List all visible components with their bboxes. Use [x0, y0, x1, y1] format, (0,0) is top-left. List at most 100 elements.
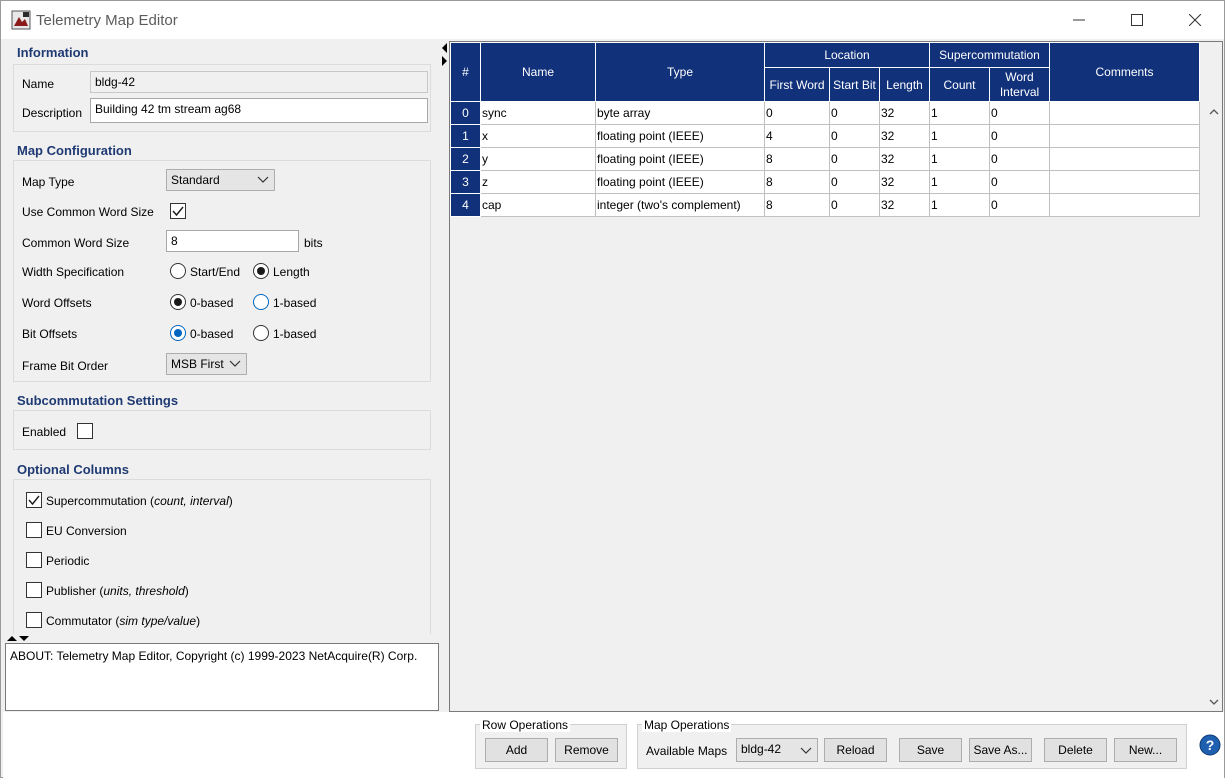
description-field[interactable]: Building 42 tm stream ag68 [90, 98, 428, 123]
cell-first-word[interactable]: 8 [764, 170, 830, 194]
cell-type[interactable]: byte array [595, 101, 765, 125]
new-map-button[interactable]: New... [1114, 738, 1177, 762]
commutator-label: Commutator [46, 614, 113, 628]
table-row[interactable]: 1 x floating point (IEEE) 4 0 32 1 0 [450, 124, 1200, 148]
table-row[interactable]: 2 y floating point (IEEE) 8 0 32 1 0 [450, 147, 1200, 171]
column-header-count[interactable]: Count [929, 67, 990, 102]
cell-count[interactable]: 1 [929, 147, 990, 171]
column-header-length[interactable]: Length [879, 67, 930, 102]
use-common-word-size-checkbox[interactable] [170, 203, 186, 219]
table-row[interactable]: 3 z floating point (IEEE) 8 0 32 1 0 [450, 170, 1200, 194]
row-index[interactable]: 0 [450, 101, 481, 125]
cell-count[interactable]: 1 [929, 193, 990, 217]
cell-name[interactable]: z [480, 170, 596, 194]
cell-name[interactable]: x [480, 124, 596, 148]
cell-start-bit[interactable]: 0 [829, 170, 880, 194]
cell-word-interval[interactable]: 0 [989, 124, 1050, 148]
commutator-checkbox[interactable] [26, 612, 42, 628]
cell-length[interactable]: 32 [879, 170, 930, 194]
vertical-splitter[interactable] [439, 40, 449, 712]
cell-word-interval[interactable]: 0 [989, 147, 1050, 171]
bottom-toolbar: Row Operations Add Remove Map Operations… [3, 712, 1224, 778]
column-header-start-bit[interactable]: Start Bit [829, 67, 880, 102]
cell-comments[interactable] [1049, 170, 1200, 194]
column-header-index[interactable]: # [450, 42, 481, 102]
cell-comments[interactable] [1049, 101, 1200, 125]
column-header-type[interactable]: Type [595, 42, 765, 102]
cell-comments[interactable] [1049, 147, 1200, 171]
cell-count[interactable]: 1 [929, 101, 990, 125]
save-as-button[interactable]: Save As... [969, 738, 1032, 762]
available-maps-label: Available Maps [646, 744, 728, 758]
column-header-word-interval[interactable]: Word Interval [989, 67, 1050, 102]
scroll-down-icon[interactable] [1206, 695, 1222, 709]
maximize-button[interactable] [1108, 1, 1166, 39]
cell-length[interactable]: 32 [879, 147, 930, 171]
row-index[interactable]: 3 [450, 170, 481, 194]
eu-conversion-checkbox[interactable] [26, 522, 42, 538]
cell-length[interactable]: 32 [879, 193, 930, 217]
cell-count[interactable]: 1 [929, 124, 990, 148]
bit-offsets-0-based-radio[interactable] [170, 325, 186, 341]
word-offsets-0-based-radio[interactable] [170, 294, 186, 310]
cell-start-bit[interactable]: 0 [829, 124, 880, 148]
width-spec-length-radio[interactable] [253, 263, 269, 279]
column-header-first-word[interactable]: First Word [764, 67, 830, 102]
cell-length[interactable]: 32 [879, 124, 930, 148]
supercommutation-checkbox[interactable] [26, 492, 42, 508]
cell-start-bit[interactable]: 0 [829, 147, 880, 171]
column-header-comments[interactable]: Comments [1049, 42, 1200, 102]
row-index[interactable]: 2 [450, 147, 481, 171]
cell-word-interval[interactable]: 0 [989, 170, 1050, 194]
reload-button[interactable]: Reload [824, 738, 887, 762]
frame-bit-order-dropdown[interactable]: MSB First [166, 353, 247, 375]
cell-first-word[interactable]: 4 [764, 124, 830, 148]
available-maps-dropdown[interactable]: bldg-42 [736, 738, 818, 762]
cell-type[interactable]: floating point (IEEE) [595, 147, 765, 171]
periodic-checkbox[interactable] [26, 552, 42, 568]
delete-button[interactable]: Delete [1044, 738, 1107, 762]
minimize-button[interactable] [1050, 1, 1108, 39]
settings-panel[interactable]: Information Name bldg-42 Description Bui… [3, 40, 439, 634]
cell-name[interactable]: sync [480, 101, 596, 125]
word-offsets-1-based-radio[interactable] [253, 294, 269, 310]
cell-count[interactable]: 1 [929, 170, 990, 194]
cell-name[interactable]: cap [480, 193, 596, 217]
cell-first-word[interactable]: 0 [764, 101, 830, 125]
cell-type[interactable]: floating point (IEEE) [595, 124, 765, 148]
map-type-dropdown[interactable]: Standard [166, 169, 275, 191]
cell-word-interval[interactable]: 0 [989, 101, 1050, 125]
cell-comments[interactable] [1049, 124, 1200, 148]
bit-offsets-1-based-radio[interactable] [253, 325, 269, 341]
close-button[interactable] [1166, 1, 1224, 39]
table-row[interactable]: 4 cap integer (two's complement) 8 0 32 … [450, 193, 1200, 217]
cell-start-bit[interactable]: 0 [829, 193, 880, 217]
cell-name[interactable]: y [480, 147, 596, 171]
save-button[interactable]: Save [899, 738, 962, 762]
table-vertical-scrollbar[interactable] [1206, 101, 1222, 711]
row-index[interactable]: 1 [450, 124, 481, 148]
subcommutation-enabled-checkbox[interactable] [77, 423, 93, 439]
cell-first-word[interactable]: 8 [764, 193, 830, 217]
cell-comments[interactable] [1049, 193, 1200, 217]
scroll-up-icon[interactable] [1206, 105, 1222, 119]
width-spec-start-end-radio[interactable] [170, 263, 186, 279]
publisher-checkbox[interactable] [26, 582, 42, 598]
remove-row-button[interactable]: Remove [555, 738, 618, 762]
common-word-size-field[interactable]: 8 [166, 230, 299, 252]
table-row[interactable]: 0 sync byte array 0 0 32 1 0 [450, 101, 1200, 125]
cell-word-interval[interactable]: 0 [989, 193, 1050, 217]
supercommutation-option: Supercommutation (count, interval) [46, 494, 233, 508]
help-icon[interactable]: ? [1199, 734, 1221, 756]
cell-start-bit[interactable]: 0 [829, 101, 880, 125]
cell-type[interactable]: integer (two's complement) [595, 193, 765, 217]
cell-length[interactable]: 32 [879, 101, 930, 125]
add-row-button[interactable]: Add [485, 738, 548, 762]
column-header-name[interactable]: Name [480, 42, 596, 102]
name-field[interactable]: bldg-42 [90, 71, 428, 93]
cell-type[interactable]: floating point (IEEE) [595, 170, 765, 194]
title-bar[interactable]: Telemetry Map Editor [1, 1, 1224, 39]
cell-first-word[interactable]: 8 [764, 147, 830, 171]
word-offsets-1-based-label: 1-based [273, 296, 317, 310]
row-index[interactable]: 4 [450, 193, 481, 217]
